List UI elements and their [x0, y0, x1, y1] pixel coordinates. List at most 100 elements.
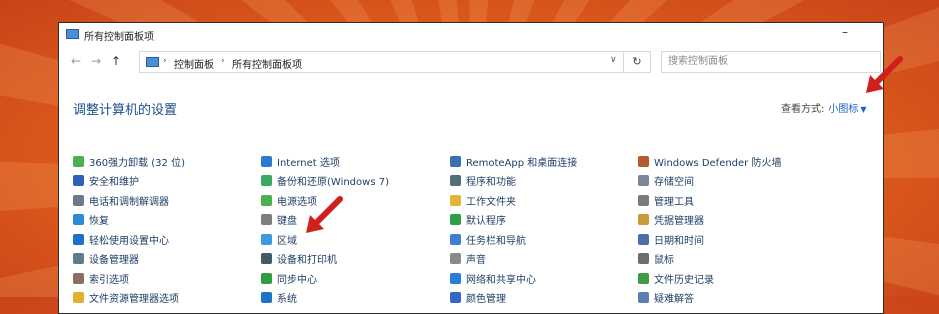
back-arrow-icon[interactable]: ← [71, 54, 81, 68]
chevron-down-icon[interactable]: ▼ [860, 105, 866, 114]
programs-icon [450, 175, 461, 186]
file-history-icon [638, 272, 649, 284]
control-panel-item[interactable]: 声音 [450, 251, 486, 267]
control-panel-item[interactable]: 默认程序 [450, 212, 506, 228]
control-panel-item[interactable]: 颜色管理 [450, 290, 506, 306]
control-panel-item[interactable]: RemoteApp 和桌面连接 [450, 153, 577, 169]
control-panel-item[interactable]: 网络和共享中心 [450, 270, 536, 286]
breadcrumb-separator: › [163, 56, 167, 66]
control-panel-item[interactable]: 日期和时间 [638, 231, 704, 247]
control-panel-icon [146, 57, 159, 67]
calendar-icon [638, 233, 649, 245]
flag-icon [73, 175, 84, 186]
control-panel-item-label: 疑难解答 [654, 294, 694, 305]
accessibility-icon [73, 233, 84, 245]
control-panel-item[interactable]: 鼠标 [638, 251, 674, 267]
control-panel-item[interactable]: 疑难解答 [638, 290, 694, 306]
phone-icon [73, 194, 84, 206]
control-panel-item-label: 凭据管理器 [654, 216, 704, 227]
control-panel-item[interactable]: 凭据管理器 [638, 212, 704, 228]
control-panel-item-label: 管理工具 [654, 196, 694, 208]
control-panel-item-label: 鼠标 [654, 255, 674, 266]
control-panel-item-label: Windows Defender 防火墙 [654, 157, 782, 169]
keyboard-icon [261, 214, 272, 225]
up-arrow-icon[interactable]: ↑ [111, 54, 121, 68]
control-panel-item[interactable]: 管理工具 [638, 192, 694, 208]
control-panel-item[interactable]: 设备和打印机 [261, 251, 337, 267]
control-panel-item[interactable]: 电源选项 [261, 192, 317, 208]
control-panel-item[interactable]: 安全和维护 [73, 173, 139, 189]
control-panel-item-label: 声音 [466, 255, 486, 266]
control-panel-item[interactable]: 360强力卸载 (32 位) [73, 153, 185, 169]
indexing-icon [73, 272, 84, 284]
breadcrumb-separator: › [221, 56, 225, 66]
breadcrumb-all-items[interactable]: 所有控制面板项 [232, 56, 302, 71]
control-panel-item-label: 360强力卸载 (32 位) [89, 157, 185, 169]
forward-arrow-icon[interactable]: → [91, 54, 101, 68]
minimize-button[interactable]: – [842, 25, 848, 39]
control-panel-item[interactable]: 键盘 [261, 212, 297, 228]
control-panel-item-label: 设备管理器 [89, 255, 139, 266]
recovery-icon [73, 214, 84, 225]
control-panel-item[interactable]: Windows Defender 防火墙 [638, 153, 781, 169]
control-panel-item-label: 电话和调制解调器 [89, 196, 169, 208]
control-panel-item-label: 索引选项 [89, 274, 129, 286]
control-panel-item[interactable]: 设备管理器 [73, 251, 139, 267]
control-panel-item[interactable]: 工作文件夹 [450, 192, 516, 208]
region-icon [261, 233, 272, 245]
view-by: 查看方式: 小图标 ▼ [781, 100, 867, 115]
control-panel-item-label: 键盘 [277, 216, 297, 227]
control-panel-item-label: 存储空间 [654, 177, 694, 188]
control-panel-item[interactable]: 程序和功能 [450, 173, 516, 189]
control-panel-item[interactable]: 系统 [261, 290, 297, 306]
mouse-icon [638, 253, 649, 264]
control-panel-item[interactable]: 文件资源管理器选项 [73, 290, 179, 306]
control-panel-item-label: Internet 选项 [277, 157, 340, 169]
printer-icon [261, 253, 272, 264]
work-folders-icon [450, 194, 461, 206]
breadcrumb-control-panel[interactable]: 控制面板 [174, 56, 214, 71]
address-bar[interactable]: › 控制面板 › 所有控制面板项 ∨ [139, 51, 651, 73]
uninstall-icon [73, 155, 84, 167]
admin-tools-icon [638, 194, 649, 206]
control-panel-item-label: 默认程序 [466, 216, 506, 227]
control-panel-item-label: 任务栏和导航 [466, 235, 526, 247]
control-panel-item[interactable]: 索引选项 [73, 270, 129, 286]
remoteapp-icon [450, 155, 461, 167]
title-bar: 所有控制面板项 – [59, 23, 883, 47]
control-panel-item-label: 日期和时间 [654, 235, 704, 247]
control-panel-item[interactable]: 任务栏和导航 [450, 231, 526, 247]
view-by-label: 查看方式: [781, 104, 825, 115]
control-panel-item-label: 文件资源管理器选项 [89, 294, 179, 305]
control-panel-item[interactable]: 存储空间 [638, 173, 694, 189]
control-panel-item-label: 文件历史记录 [654, 274, 714, 286]
control-panel-item-label: 同步中心 [277, 274, 317, 286]
control-panel-item-label: 恢复 [89, 216, 109, 227]
search-input[interactable]: 搜索控制面板 [661, 51, 881, 73]
control-panel-item[interactable]: 备份和还原(Windows 7) [261, 173, 389, 189]
page-title: 调整计算机的设置 [73, 103, 178, 118]
address-bar-row: ← → ↑ › 控制面板 › 所有控制面板项 ∨ ↻ 搜索控制面板 [59, 49, 883, 75]
window-title: 所有控制面板项 [84, 32, 154, 43]
control-panel-item[interactable]: 区域 [261, 231, 297, 247]
control-panel-item-label: 轻松使用设置中心 [89, 235, 169, 247]
control-panel-item[interactable]: 文件历史记录 [638, 270, 714, 286]
network-icon [450, 272, 461, 284]
control-panel-item[interactable]: 电话和调制解调器 [73, 192, 169, 208]
control-panel-item[interactable]: Internet 选项 [261, 153, 340, 169]
default-programs-icon [450, 214, 461, 225]
view-by-dropdown[interactable]: 小图标 [828, 104, 858, 115]
chevron-down-icon[interactable]: ∨ [610, 55, 617, 65]
control-panel-item[interactable]: 同步中心 [261, 270, 317, 286]
control-panel-item[interactable]: 恢复 [73, 212, 109, 228]
control-panel-item-label: 系统 [277, 294, 297, 305]
control-panel-item[interactable]: 轻松使用设置中心 [73, 231, 169, 247]
internet-icon [261, 155, 272, 167]
color-management-icon [450, 292, 461, 303]
system-icon [261, 292, 272, 303]
sound-icon [450, 253, 461, 264]
taskbar-icon [450, 233, 461, 245]
control-panel-item-label: 程序和功能 [466, 177, 516, 188]
control-panel-item-label: 工作文件夹 [466, 196, 516, 208]
refresh-button[interactable]: ↻ [623, 51, 651, 73]
